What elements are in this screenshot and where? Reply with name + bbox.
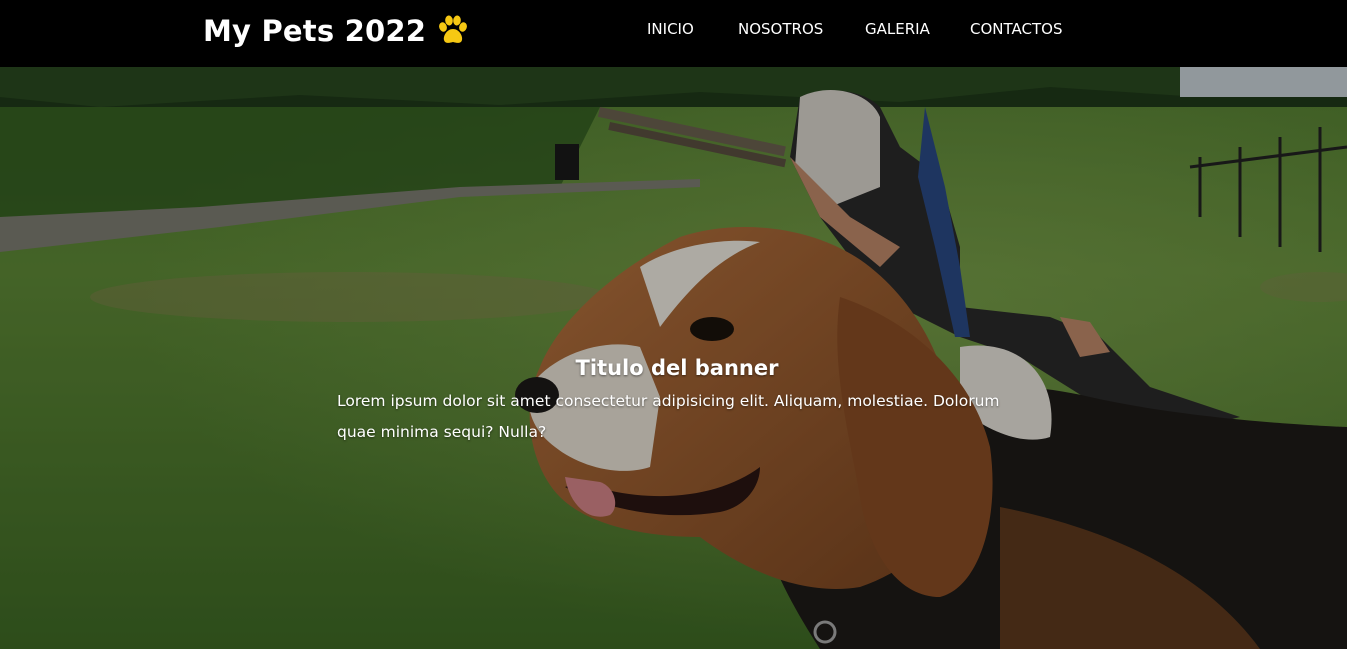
nav-item-nosotros[interactable]: NOSOTROS [738,18,823,40]
brand-link[interactable]: My Pets 2022 [203,11,470,51]
nav-item-contactos[interactable]: CONTACTOS [970,18,1062,40]
paw-icon [439,15,468,43]
nav-item-galeria[interactable]: GALERIA [865,18,930,40]
brand-title: My Pets 2022 [203,14,427,48]
nav-item-inicio[interactable]: INICIO [647,18,694,40]
banner-description: Lorem ipsum dolor sit amet consectetur a… [337,392,1000,441]
hero-banner: Titulo del banner Lorem ipsum dolor sit … [0,67,1347,649]
banner-title: Titulo del banner [575,356,779,380]
banner-caption: Titulo del banner Lorem ipsum dolor sit … [337,354,1017,448]
navbar: My Pets 2022 INICIO NOSOTROS GALERIA CON… [0,0,1347,67]
